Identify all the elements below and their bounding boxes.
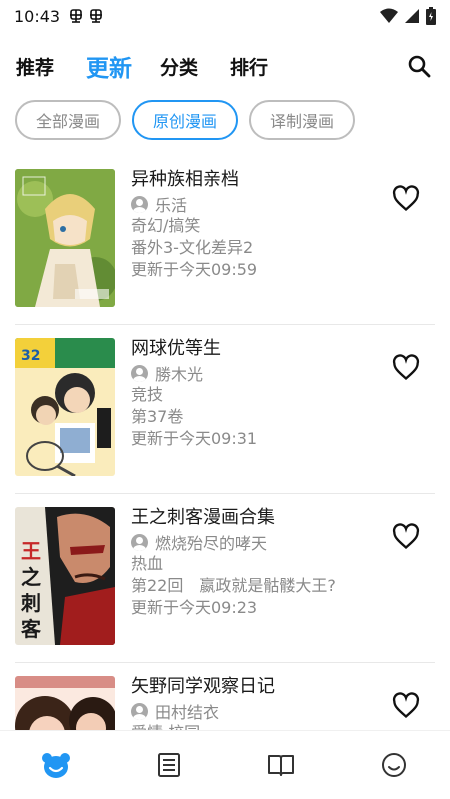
search-icon [408, 55, 431, 78]
list-icon [157, 753, 180, 777]
status-bar: 10:43 [0, 0, 450, 32]
comic-cover[interactable]: 32 [15, 338, 115, 476]
list-item[interactable]: 32 网球优等生 勝木光 竞技 第37卷 更新于今天09:31 [0, 324, 450, 493]
comic-genre: 竞技 [131, 385, 164, 404]
comic-updated-time: 更新于今天09:23 [131, 598, 258, 617]
cover-title-char: 客 [21, 617, 41, 641]
comic-title: 矢野同学观察日记 [131, 676, 275, 697]
comic-cover[interactable] [15, 676, 115, 730]
comic-cover[interactable] [15, 169, 115, 307]
top-tab-bar: 推荐 更新 分类 排行 [0, 40, 450, 92]
chip-translated-comics[interactable]: 译制漫画 [249, 100, 356, 140]
heart-icon[interactable] [392, 185, 420, 213]
comic-title: 异种族相亲档 [131, 169, 239, 190]
comic-author: 燃烧殆尽的哮天 [155, 534, 268, 553]
comic-title: 网球优等生 [131, 338, 221, 359]
comic-latest-chapter: 番外3-文化差异2 [131, 238, 254, 257]
bottom-nav-profile[interactable] [364, 740, 424, 790]
comic-info: 王之刺客漫画合集 燃烧殆尽的哮天 热血 第22回 嬴政就是骷髅大王? 更新于今天… [131, 507, 336, 662]
author-icon [131, 364, 148, 382]
comic-author: 田村结衣 [155, 703, 220, 722]
search-button[interactable] [404, 51, 434, 81]
comic-genre: 奇幻/搞笑 [131, 216, 201, 235]
tab-category[interactable]: 分类 [160, 53, 198, 80]
bug-icon [90, 9, 103, 23]
bottom-nav-bookshelf[interactable] [251, 740, 311, 790]
comic-list: 异种族相亲档 乐活 奇幻/搞笑 番外3-文化差异2 更新于今天09:59 32 [0, 155, 450, 730]
svg-text:32: 32 [21, 348, 40, 364]
author-icon [131, 702, 148, 720]
comic-author: 乐活 [155, 196, 188, 215]
bug-icon [70, 9, 83, 23]
list-item[interactable]: 异种族相亲档 乐活 奇幻/搞笑 番外3-文化差异2 更新于今天09:59 [0, 155, 450, 324]
status-time: 10:43 [14, 6, 61, 26]
heart-icon[interactable] [392, 523, 420, 551]
comic-genre: 爱情,校园 [131, 722, 275, 730]
comic-genre: 热血 [131, 554, 164, 573]
notification-icons [68, 8, 104, 24]
comic-cover[interactable]: 王 之 刺 客 [15, 507, 115, 645]
comic-info: 网球优等生 勝木光 竞技 第37卷 更新于今天09:31 [131, 338, 257, 493]
tab-ranking[interactable]: 排行 [230, 53, 268, 80]
author-row: 勝木光 [131, 362, 257, 384]
chip-original-comics[interactable]: 原创漫画 [132, 100, 239, 140]
author-icon [131, 195, 148, 213]
heart-icon[interactable] [392, 692, 420, 720]
bear-icon [42, 753, 71, 778]
comic-updated-time: 更新于今天09:31 [131, 429, 258, 448]
chip-all-comics[interactable]: 全部漫画 [15, 100, 122, 140]
wifi-icon [380, 8, 398, 23]
bottom-nav [0, 730, 450, 799]
battery-icon [426, 7, 436, 25]
author-row: 乐活 [131, 193, 257, 215]
tab-update[interactable]: 更新 [86, 49, 132, 83]
tab-recommend[interactable]: 推荐 [16, 53, 54, 80]
status-right [380, 7, 436, 25]
bottom-nav-list[interactable] [139, 740, 199, 790]
filter-chips: 全部漫画 原创漫画 译制漫画 [15, 100, 356, 140]
comic-info: 异种族相亲档 乐活 奇幻/搞笑 番外3-文化差异2 更新于今天09:59 [131, 169, 257, 324]
author-row: 燃烧殆尽的哮天 [131, 531, 336, 553]
comic-author: 勝木光 [155, 365, 204, 384]
author-row: 田村结衣 [131, 700, 275, 722]
comic-latest-chapter: 第22回 嬴政就是骷髅大王? [131, 576, 336, 595]
cover-title-char: 之 [21, 565, 41, 589]
comic-updated-time: 更新于今天09:59 [131, 260, 258, 279]
list-item[interactable]: 矢野同学观察日记 田村结衣 爱情,校园 [0, 662, 450, 730]
comic-title: 王之刺客漫画合集 [131, 507, 275, 528]
book-icon [268, 755, 295, 776]
signal-icon [405, 9, 419, 23]
heart-icon[interactable] [392, 354, 420, 382]
cover-title-char: 刺 [21, 591, 41, 615]
list-item[interactable]: 王 之 刺 客 王之刺客漫画合集 燃烧殆尽的哮天 热血 第22回 嬴政就是骷髅大… [0, 493, 450, 662]
comic-latest-chapter: 第37卷 [131, 407, 184, 426]
bottom-nav-home[interactable] [26, 740, 86, 790]
author-icon [131, 533, 148, 551]
smile-icon [381, 753, 406, 777]
cover-title-char: 王 [21, 539, 41, 563]
comic-info: 矢野同学观察日记 田村结衣 爱情,校园 [131, 676, 275, 730]
